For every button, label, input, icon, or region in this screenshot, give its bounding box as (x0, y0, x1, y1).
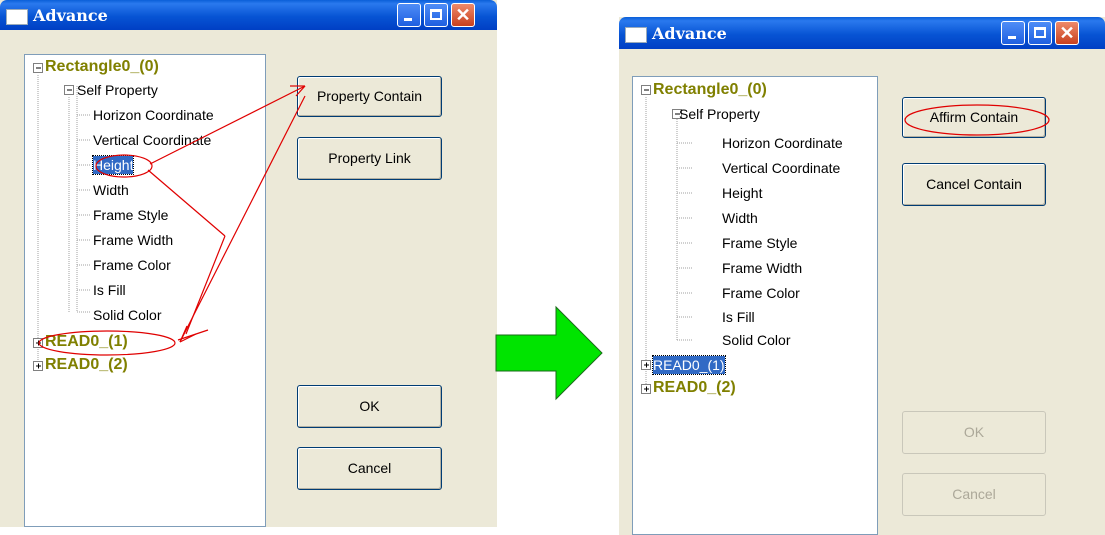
tree-node-is-fill[interactable]: Is Fill (722, 308, 755, 326)
tree-node-frame-color[interactable]: Frame Color (93, 256, 171, 274)
maximize-icon (430, 9, 442, 20)
tree-node-frame-color[interactable]: Frame Color (722, 284, 800, 302)
window-icon (6, 9, 28, 25)
tree-node-self-property[interactable]: Self Property (679, 105, 760, 123)
tree-node-self-property[interactable]: Self Property (77, 81, 158, 99)
tree-node-frame-width[interactable]: Frame Width (93, 231, 173, 249)
title-bar[interactable]: Advance ✕ (0, 0, 497, 30)
cancel-button[interactable]: Cancel (902, 473, 1046, 516)
tree-node-rectangle0[interactable]: Rectangle0_(0) (653, 81, 767, 99)
ok-button[interactable]: OK (297, 385, 442, 428)
tree-node-frame-width[interactable]: Frame Width (722, 259, 802, 277)
minimize-icon (404, 18, 412, 21)
cancel-contain-label: Cancel Contain (926, 176, 1022, 192)
window-icon (625, 27, 647, 43)
cancel-label: Cancel (347, 460, 392, 476)
tree-node-read0-2[interactable]: READ0_(2) (45, 356, 128, 374)
title-bar[interactable]: Advance ✕ (619, 17, 1105, 49)
close-icon: ✕ (455, 5, 471, 25)
property-contain-label: Property Contain (316, 88, 423, 104)
tree-node-horizon-coordinate[interactable]: Horizon Coordinate (722, 134, 843, 152)
tree-node-height[interactable]: Height (722, 184, 762, 202)
close-icon: ✕ (1059, 23, 1075, 43)
advance-dialog-left: Advance ✕ Rectangle0_(0) Self Property H… (0, 0, 497, 527)
tree-node-vertical-coordinate[interactable]: Vertical Coordinate (722, 159, 840, 177)
cancel-button[interactable]: Cancel (297, 447, 442, 490)
tree-node-width[interactable]: Width (722, 209, 758, 227)
tree-node-frame-style[interactable]: Frame Style (722, 234, 797, 252)
property-link-label: Property Link (328, 150, 411, 166)
ok-button[interactable]: OK (902, 411, 1046, 454)
affirm-contain-label: Affirm Contain (929, 109, 1019, 125)
tree-node-solid-color[interactable]: Solid Color (722, 331, 790, 349)
tree-node-vertical-coordinate[interactable]: Vertical Coordinate (93, 131, 211, 149)
property-contain-button[interactable]: Property Contain (297, 76, 442, 117)
minimize-button[interactable] (397, 3, 421, 27)
tree-node-read0-1[interactable]: READ0_(1) (45, 333, 128, 351)
maximize-button[interactable] (424, 3, 448, 27)
tree-node-width[interactable]: Width (93, 181, 129, 199)
tree-node-horizon-coordinate[interactable]: Horizon Coordinate (93, 106, 214, 124)
tree-node-read0-1[interactable]: READ0_(1) (652, 355, 726, 375)
minimize-button[interactable] (1001, 21, 1025, 45)
close-button[interactable]: ✕ (451, 3, 475, 27)
ok-label: OK (963, 424, 985, 440)
window-title: Advance (652, 24, 727, 43)
maximize-icon (1034, 27, 1046, 38)
minimize-icon (1008, 36, 1016, 39)
property-link-button[interactable]: Property Link (297, 137, 442, 180)
window-title: Advance (33, 6, 108, 25)
tree-lines (33, 63, 91, 371)
tree-node-is-fill[interactable]: Is Fill (93, 281, 126, 299)
close-button[interactable]: ✕ (1055, 21, 1079, 45)
cancel-label: Cancel (952, 486, 996, 502)
tree-node-solid-color[interactable]: Solid Color (93, 306, 161, 324)
tree-node-height[interactable]: Height (91, 155, 135, 175)
cancel-contain-button[interactable]: Cancel Contain (902, 163, 1046, 206)
green-arrow (495, 305, 603, 401)
property-tree[interactable]: Rectangle0_(0) Self Property Horizon Coo… (24, 54, 266, 527)
property-tree[interactable]: Rectangle0_(0) Self Property Horizon Coo… (632, 76, 878, 535)
ok-label: OK (359, 398, 380, 414)
advance-dialog-right: Advance ✕ Rectangle0_(0) Self Property H… (619, 17, 1105, 535)
tree-node-frame-style[interactable]: Frame Style (93, 206, 168, 224)
affirm-contain-button[interactable]: Affirm Contain (902, 97, 1046, 138)
tree-node-rectangle0[interactable]: Rectangle0_(0) (45, 58, 159, 76)
tree-node-read0-2[interactable]: READ0_(2) (653, 379, 736, 397)
maximize-button[interactable] (1028, 21, 1052, 45)
